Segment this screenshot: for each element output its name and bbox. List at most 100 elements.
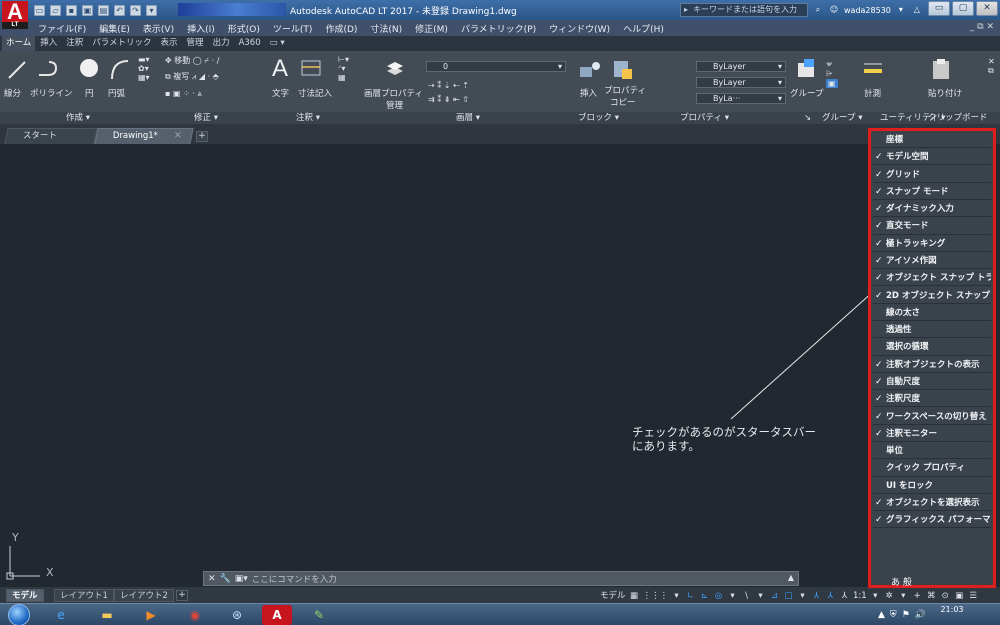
layer-tools-row1[interactable]: ⇢ ⁑ ⇣ ⇠ ⇡ (428, 81, 469, 90)
dimension-tool-label[interactable]: 寸法記入 (298, 87, 332, 99)
group-small-tools[interactable]: ⩖ ⩥ ▣ (826, 59, 838, 88)
ribbon-panel-label[interactable]: 画層 ▾ (456, 112, 480, 124)
circle-tool-label[interactable]: 円 (85, 87, 94, 99)
search-input[interactable]: キーワードまたは語句を入力 (680, 3, 808, 17)
ribbon-panel-label[interactable]: グループ ▾ (822, 112, 862, 124)
menu-item[interactable]: クイック プロパティ (873, 461, 991, 477)
properties-icon[interactable] (612, 59, 634, 81)
arc-tool-label[interactable]: 円弧 (108, 87, 125, 99)
workspace-selector[interactable] (178, 3, 286, 16)
menu-item[interactable]: ツール(T) (273, 22, 313, 35)
modify-tools-row3[interactable]: ▪ ▣ ⁘ · ⩓ (165, 89, 202, 99)
insert-tool-label[interactable]: 挿入 (580, 87, 597, 99)
text-tool-label[interactable]: 文字 (272, 87, 289, 99)
open-file-icon[interactable]: ▱ (50, 4, 61, 16)
ribbon-tab[interactable]: 表示 (157, 36, 182, 51)
layout-tab-model[interactable]: モデル (6, 589, 44, 602)
qat-dropdown-icon[interactable]: ▾ (146, 4, 157, 16)
clipboard-small-tools[interactable]: ✕ ⧉ (988, 57, 995, 76)
linetype-dropdown[interactable]: ByLayer (696, 77, 786, 88)
binoculars-icon[interactable]: ⌕ (812, 4, 824, 16)
group-tool-label[interactable]: グループ (790, 87, 824, 99)
new-file-icon[interactable]: ▭ (34, 4, 45, 16)
menu-item[interactable]: ✓ 2D オブジェクト スナップ (873, 289, 991, 304)
paste-icon[interactable] (930, 57, 952, 81)
menu-item[interactable]: 寸法(N) (370, 22, 402, 35)
status-tool[interactable]: ▦ (629, 590, 640, 602)
layer-tools-row2[interactable]: ⇉ ⁑ ⇟ ⇤ ⇧ (428, 95, 469, 104)
ribbon-tab[interactable]: ホーム (2, 36, 36, 51)
ribbon-panel-label[interactable]: 注釈 ▾ (296, 112, 320, 124)
status-tool[interactable]: ▾ (671, 590, 682, 602)
status-tool[interactable]: \ (741, 590, 752, 602)
explorer-icon[interactable]: ▬ (92, 605, 122, 625)
tray-icon[interactable]: ▲ (878, 610, 885, 620)
save-as-icon[interactable]: ▣ (82, 4, 93, 16)
polyline-tool-label[interactable]: ポリライン (30, 87, 73, 99)
menu-item[interactable]: 透過性 (873, 323, 991, 339)
customize-icon[interactable]: 🔧 (220, 574, 231, 584)
status-tool[interactable]: + (912, 590, 923, 602)
close-tab-icon[interactable]: ✕ (174, 131, 182, 141)
paint-icon[interactable]: ✎ (304, 605, 334, 625)
measure-tool-label[interactable]: 計測 (864, 87, 881, 99)
status-tool[interactable]: □ (783, 590, 794, 602)
menu-item[interactable]: ✓ スナップ モード (873, 185, 991, 201)
ribbon-tab[interactable]: 出力 (209, 36, 234, 51)
menu-item[interactable]: ✓ 注釈尺度 (873, 392, 991, 408)
line-tool-label[interactable]: 線分 (4, 87, 21, 99)
layer-properties-label2[interactable]: 管理 (386, 99, 403, 111)
ribbon-tab[interactable]: 挿入 (36, 36, 61, 51)
add-layout-button[interactable]: + (176, 590, 188, 601)
move-tool[interactable]: ✥ 移動 ◯ ⌿ · ∕ (165, 55, 219, 66)
menu-item[interactable]: ✓ グリッド (873, 168, 991, 183)
autocad-taskbar-icon[interactable]: A (262, 605, 292, 625)
undo-icon[interactable]: ↶ (114, 4, 125, 16)
ribbon-tab[interactable]: 管理 (183, 36, 208, 51)
ribbon-panel-label[interactable]: 作成 ▾ (66, 112, 90, 124)
status-tool[interactable]: ⊾ (699, 590, 710, 602)
status-tool[interactable]: ▾ (727, 590, 738, 602)
start-button[interactable] (8, 604, 30, 625)
status-tool[interactable]: ▾ (870, 590, 881, 602)
status-tool[interactable]: 1:1 (853, 590, 867, 602)
autodesk-app-icon[interactable]: △ (911, 4, 923, 16)
circle-icon[interactable] (78, 57, 100, 79)
group-icon[interactable] (796, 57, 818, 79)
tray-icon[interactable]: ⛨ (890, 610, 897, 620)
lineweight-dropdown[interactable]: ByLa··· (696, 93, 786, 104)
minimize-button[interactable]: ▭ (928, 1, 950, 16)
status-tool[interactable]: ⊿ (769, 590, 780, 602)
media-player-icon[interactable]: ▶ (136, 605, 166, 625)
user-icon[interactable]: ☺ (828, 4, 840, 16)
layout-tab-layout2[interactable]: レイアウト2 (114, 589, 174, 602)
menu-item[interactable]: 挿入(I) (187, 22, 215, 35)
dimension-icon[interactable] (300, 57, 322, 79)
menu-item[interactable]: ✓ 自動尺度 (873, 375, 991, 391)
status-tool[interactable]: ⅄ (825, 590, 836, 602)
menu-item[interactable]: 作成(D) (325, 22, 357, 35)
menu-item[interactable]: 選択の循環 (873, 340, 991, 356)
menu-item[interactable]: ✓オブジェクト スナップ トラッキング (873, 271, 991, 287)
layer-properties-label[interactable]: 画層プロパティ (364, 87, 423, 99)
status-tool[interactable]: ▾ (755, 590, 766, 602)
menu-item[interactable]: 単位 (873, 444, 991, 460)
print-icon[interactable]: ▤ (98, 4, 109, 16)
dropdown-icon[interactable]: ▾ (895, 4, 907, 16)
layout-tab-layout1[interactable]: レイアウト1 (54, 589, 114, 602)
polyline-icon[interactable] (36, 59, 60, 81)
ribbon-tab[interactable]: ▭ ▾ (266, 36, 289, 51)
ribbon-panel-label[interactable]: クリップボード (928, 112, 988, 124)
layer-dropdown[interactable]: 0 (426, 61, 566, 72)
menu-item[interactable]: パラメトリック(P) (461, 22, 536, 35)
menu-item[interactable]: UI をロック (873, 479, 991, 494)
menu-item[interactable]: 線の太さ (873, 306, 991, 321)
maximize-button[interactable]: ▢ (952, 1, 974, 16)
menu-item[interactable]: ✓ 注釈オブジェクトの表示 (873, 358, 991, 373)
save-icon[interactable]: ▪ (66, 4, 77, 16)
drawing-window-controls[interactable]: _ ⧉ ✕ (970, 22, 994, 32)
color-dropdown[interactable]: ByLayer (696, 61, 786, 72)
menu-item[interactable]: 編集(E) (99, 22, 130, 35)
tab-start[interactable]: スタート (4, 128, 98, 144)
menu-item[interactable]: 表示(V) (143, 22, 174, 35)
